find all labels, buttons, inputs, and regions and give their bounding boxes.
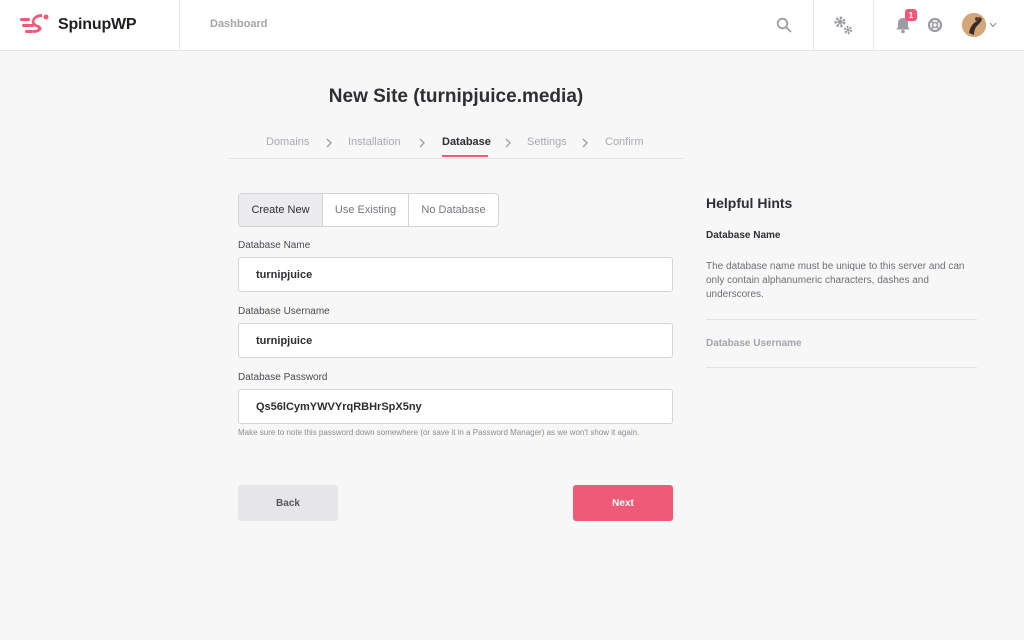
hint-divider: [706, 319, 977, 320]
hints-title: Helpful Hints: [706, 195, 793, 211]
header-divider: [873, 0, 874, 51]
chevron-right-icon: [580, 136, 590, 148]
chevron-right-icon: [503, 136, 513, 148]
brand-name: SpinupWP: [58, 16, 137, 33]
avatar[interactable]: [962, 13, 986, 37]
nav-dashboard-link[interactable]: Dashboard: [210, 18, 267, 30]
step-domains[interactable]: Domains: [266, 136, 309, 148]
hint-database-name-body: The database name must be unique to this…: [706, 261, 965, 300]
step-confirm[interactable]: Confirm: [605, 136, 644, 148]
hint-database-name-heading[interactable]: Database Name: [706, 230, 780, 241]
spinupwp-logo-icon: [20, 13, 58, 37]
header-divider: [179, 0, 180, 51]
chevron-down-icon[interactable]: [989, 22, 997, 28]
logo[interactable]: SpinupWP: [20, 13, 160, 37]
database-username-label: Database Username: [238, 306, 330, 317]
step-installation[interactable]: Installation: [348, 136, 401, 148]
database-password-label: Database Password: [238, 372, 328, 383]
top-bar: SpinupWP Dashboard 1: [0, 0, 1024, 51]
search-icon[interactable]: [776, 17, 792, 33]
step-settings[interactable]: Settings: [527, 136, 567, 148]
settings-icon[interactable]: [832, 14, 854, 36]
active-step-indicator: [442, 155, 488, 157]
chevron-right-icon: [324, 136, 334, 148]
notification-badge: 1: [905, 9, 917, 21]
no-database-button[interactable]: No Database: [409, 194, 498, 226]
help-icon[interactable]: [927, 17, 943, 33]
database-name-input[interactable]: turnipjuice: [238, 257, 673, 292]
database-username-input[interactable]: turnipjuice: [238, 323, 673, 358]
use-existing-button[interactable]: Use Existing: [323, 194, 409, 226]
page-title: New Site (turnipjuice.media): [328, 86, 584, 107]
chevron-right-icon: [417, 136, 427, 148]
database-name-label: Database Name: [238, 240, 311, 251]
create-new-button[interactable]: Create New: [239, 194, 323, 226]
next-button[interactable]: Next: [573, 485, 673, 521]
hint-database-username-heading[interactable]: Database Username: [706, 338, 802, 349]
header-divider: [813, 0, 814, 51]
password-note: Make sure to note this password down som…: [238, 428, 640, 437]
back-button[interactable]: Back: [238, 485, 338, 521]
database-mode-toggle: Create New Use Existing No Database: [238, 193, 499, 227]
hint-divider: [706, 367, 977, 368]
database-password-input[interactable]: Qs56lCymYWVYrqRBHrSpX5ny: [238, 389, 673, 424]
step-database[interactable]: Database: [442, 136, 491, 148]
